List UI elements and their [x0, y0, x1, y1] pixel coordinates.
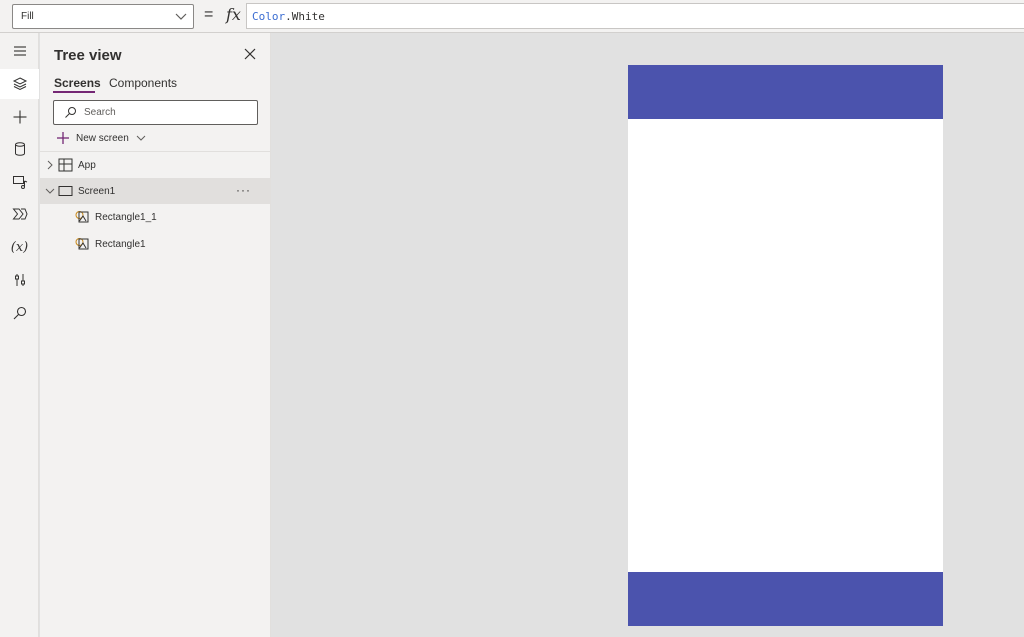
power-automate-button[interactable]	[0, 199, 39, 229]
search-placeholder: Search	[84, 107, 116, 118]
new-screen-label: New screen	[76, 133, 129, 144]
app-screen-preview[interactable]	[628, 65, 943, 626]
formula-text: Color.White	[252, 10, 325, 23]
property-dropdown[interactable]: Fill	[12, 4, 194, 29]
plus-icon	[13, 110, 26, 124]
active-tab-indicator	[53, 91, 95, 93]
tree-node-label: App	[78, 160, 96, 171]
variables-button[interactable]: (x)	[0, 232, 39, 262]
screen-icon	[58, 186, 73, 196]
formula-member: White	[291, 10, 325, 23]
property-dropdown-value: Fill	[21, 11, 34, 22]
left-rail: (x)	[0, 33, 39, 637]
tree-view-panel: Tree view Screens Components Search New …	[40, 33, 271, 637]
layers-icon	[12, 77, 27, 91]
search-icon	[13, 306, 26, 320]
formula-keyword: Color	[252, 10, 286, 23]
data-button[interactable]	[0, 134, 39, 164]
formula-input[interactable]: Color.White	[246, 3, 1024, 29]
tree-node-rectangle1-1[interactable]: Rectangle1_1	[40, 204, 270, 230]
app-icon	[58, 158, 73, 172]
tab-components[interactable]: Components	[109, 76, 177, 90]
power-automate-icon	[11, 208, 28, 220]
close-icon[interactable]	[243, 47, 257, 61]
tree-node-label: Rectangle1_1	[95, 212, 157, 223]
rectangle-icon	[75, 238, 89, 250]
tab-screens[interactable]: Screens	[54, 76, 101, 90]
rectangle-bottom[interactable]	[628, 572, 943, 626]
formula-dot: .	[285, 10, 292, 23]
tree-search-input[interactable]: Search	[53, 100, 258, 125]
tree-view-button[interactable]	[0, 69, 39, 99]
variables-icon: (x)	[10, 239, 29, 255]
chevron-down-icon[interactable]	[45, 186, 55, 196]
tree-view-title: Tree view	[54, 47, 122, 64]
hamburger-menu-button[interactable]	[0, 36, 39, 66]
plus-icon	[57, 132, 69, 144]
media-icon	[12, 176, 27, 189]
search-icon	[65, 107, 76, 118]
tree-node-label: Rectangle1	[95, 239, 146, 250]
tree-node-rectangle1[interactable]: Rectangle1	[40, 231, 270, 257]
new-screen-button[interactable]: New screen	[54, 130, 154, 148]
search-rail-button[interactable]	[0, 298, 39, 328]
rectangle-icon	[75, 211, 89, 223]
media-button[interactable]	[0, 167, 39, 197]
chevron-right-icon[interactable]	[45, 160, 55, 170]
chevron-down-icon	[175, 13, 187, 20]
more-options-button[interactable]: ···	[236, 183, 251, 197]
chevron-down-icon	[136, 135, 146, 141]
advanced-tools-button[interactable]	[0, 265, 39, 295]
hamburger-icon	[13, 46, 26, 56]
tree-node-app[interactable]: App	[40, 152, 270, 178]
formula-bar: Fill = fx Color.White	[0, 0, 1024, 33]
tree-node-label: Screen1	[78, 186, 116, 197]
fx-icon[interactable]: fx	[226, 5, 241, 24]
rectangle-top[interactable]	[628, 65, 943, 119]
insert-button[interactable]	[0, 102, 39, 132]
equals-sign: =	[204, 6, 214, 23]
database-icon	[14, 142, 25, 156]
tree-node-screen1[interactable]: Screen1 ···	[40, 178, 270, 204]
settings-icon	[14, 274, 25, 286]
